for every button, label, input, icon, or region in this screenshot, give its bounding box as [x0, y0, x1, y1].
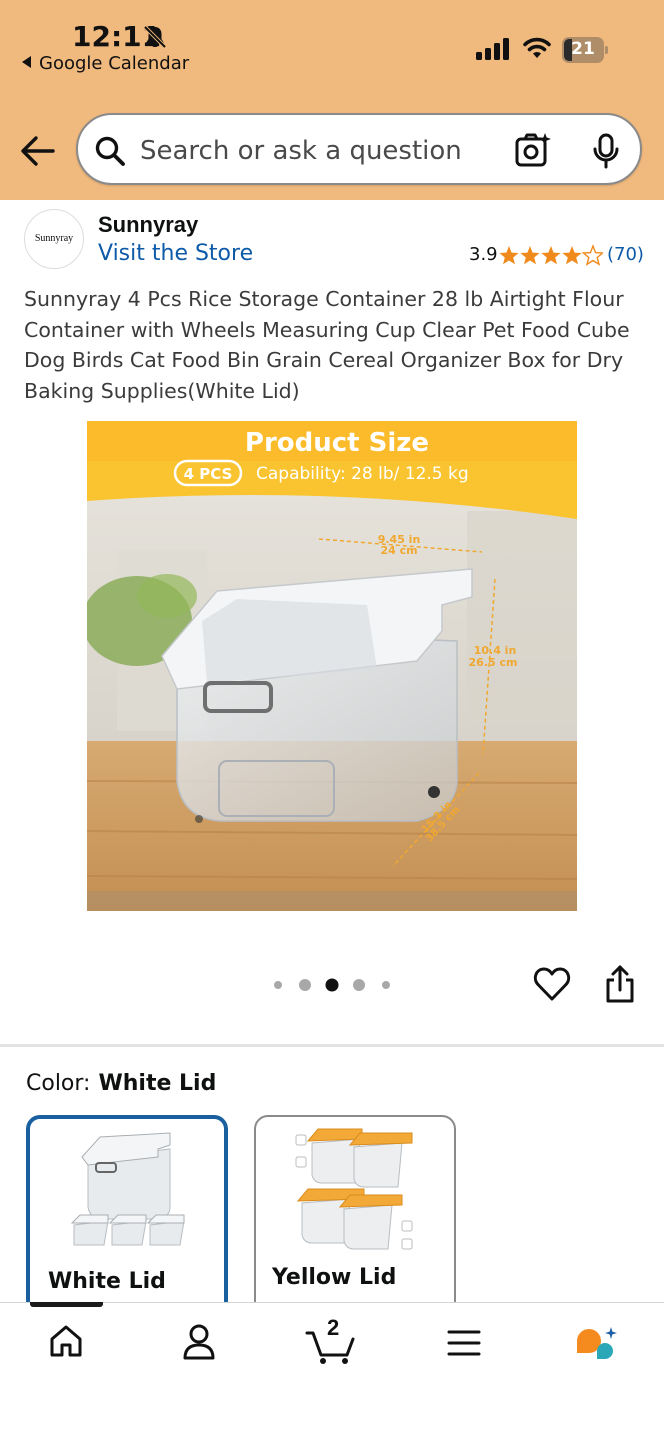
- image-capability: Capability: 28 lb/ 12.5 kg: [256, 464, 469, 484]
- heart-icon[interactable]: [533, 966, 571, 1002]
- microphone-icon[interactable]: [592, 133, 620, 169]
- color-selected-value: White Lid: [98, 1071, 217, 1096]
- star-full-icon: [562, 246, 582, 265]
- bottom-tab-bar: 2: [0, 1302, 664, 1440]
- cart-count: 2: [327, 1315, 340, 1340]
- brand-name: Sunnyray: [98, 212, 199, 237]
- back-triangle-icon: [22, 56, 31, 68]
- color-selector-label: Color: White Lid: [26, 1071, 216, 1096]
- search-icon: [95, 136, 125, 166]
- swatch-white-lid-image: [70, 1132, 185, 1246]
- swatch-yellow-lid[interactable]: Yellow Lid: [254, 1115, 456, 1315]
- swatch-white-lid-label: White Lid: [48, 1269, 166, 1294]
- carousel-dot[interactable]: [382, 981, 390, 989]
- carousel-dots[interactable]: [270, 976, 400, 994]
- swatch-yellow-lid-image: [295, 1128, 413, 1250]
- carousel-dot-active[interactable]: [325, 978, 339, 992]
- carousel-dot[interactable]: [274, 981, 282, 989]
- bell-slash-icon: [143, 25, 167, 49]
- camera-lens-icon[interactable]: [514, 131, 552, 169]
- dim-width-cm: 24 cm: [380, 544, 417, 557]
- cellular-signal-icon: [476, 38, 509, 60]
- color-label: Color:: [26, 1071, 91, 1096]
- rufus-assistant-icon[interactable]: [575, 1325, 619, 1363]
- account-icon[interactable]: [182, 1323, 216, 1361]
- rating-stars[interactable]: [499, 244, 603, 266]
- header: 12:11 Google Calendar 21 Search or ask a…: [0, 0, 664, 200]
- swatch-white-lid[interactable]: White Lid: [26, 1115, 228, 1315]
- image-badge: 4 PCS: [184, 465, 233, 483]
- product-image[interactable]: Product Size 4 PCS Capability: 28 lb/ 12…: [87, 421, 577, 911]
- star-full-icon: [541, 246, 561, 265]
- search-input[interactable]: Search or ask a question: [140, 136, 462, 166]
- review-count-link[interactable]: (70): [607, 244, 644, 265]
- back-app-label: Google Calendar: [39, 53, 190, 74]
- product-title: Sunnyray 4 Pcs Rice Storage Container 28…: [24, 287, 630, 403]
- wifi-icon: [523, 37, 551, 58]
- home-icon[interactable]: [48, 1323, 84, 1359]
- star-empty-icon: [582, 245, 603, 265]
- search-bar[interactable]: Search or ask a question: [76, 113, 642, 185]
- back-to-app-link[interactable]: Google Calendar: [22, 53, 189, 74]
- back-arrow-icon[interactable]: [20, 134, 56, 168]
- carousel-dot[interactable]: [299, 979, 311, 991]
- share-icon[interactable]: [603, 964, 637, 1004]
- brand-logo[interactable]: Sunnyray: [24, 209, 84, 269]
- menu-icon[interactable]: [447, 1329, 481, 1357]
- dim-height-cm: 26.5 cm: [469, 656, 518, 669]
- brand-logo-text: Sunnyray: [34, 233, 74, 244]
- battery-level: 21: [571, 39, 595, 59]
- image-heading: Product Size: [245, 428, 429, 458]
- visit-store-link[interactable]: Visit the Store: [98, 241, 253, 266]
- swatch-yellow-lid-label: Yellow Lid: [272, 1265, 397, 1290]
- battery-icon: 21: [562, 37, 608, 63]
- carousel-dot[interactable]: [353, 979, 365, 991]
- section-divider: [0, 1044, 664, 1047]
- rating-value[interactable]: 3.9: [469, 244, 498, 265]
- active-tab-indicator: [30, 1302, 103, 1307]
- star-full-icon: [520, 246, 540, 265]
- star-full-icon: [499, 246, 519, 265]
